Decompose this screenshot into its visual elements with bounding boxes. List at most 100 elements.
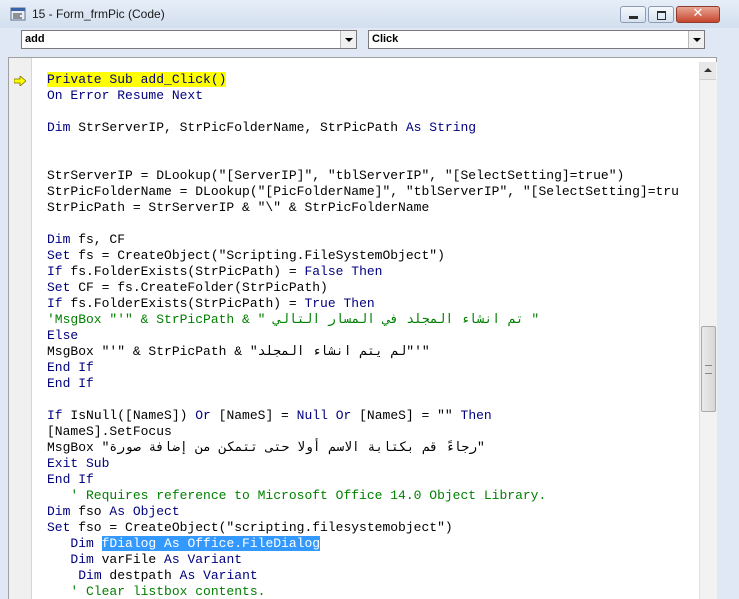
code-line[interactable] — [47, 104, 702, 120]
chevron-down-icon[interactable] — [340, 31, 356, 48]
code-line[interactable] — [47, 136, 702, 152]
code-line[interactable]: Set fs = CreateObject("Scripting.FileSys… — [47, 248, 702, 264]
code-token: Variant — [203, 568, 258, 583]
code-line[interactable]: StrServerIP = DLookup("[ServerIP]", "tbl… — [47, 168, 702, 184]
object-dropdown[interactable]: add — [21, 30, 357, 49]
code-line[interactable]: ' Requires reference to Microsoft Office… — [47, 488, 702, 504]
code-token: Dim — [78, 568, 102, 583]
code-line[interactable]: If fs.FolderExists(StrPicPath) = True Th… — [47, 296, 702, 312]
code-token: fDialog As Office.FileDialog — [101, 536, 321, 551]
code-line[interactable]: MsgBox "'" & StrPicPath & "لم يتم انشاء … — [47, 344, 702, 360]
code-token: Private Sub add_Click() — [47, 72, 227, 87]
code-token: StrPicPath = StrServerIP & "\" & StrPicF… — [47, 200, 430, 215]
title-bar[interactable]: 15 - Form_frmPic (Code) ✕ — [0, 0, 739, 28]
code-line[interactable]: If fs.FolderExists(StrPicPath) = False T… — [47, 264, 702, 280]
code-line[interactable]: 'MsgBox "'" & StrPicPath & " تم انشاء ال… — [47, 312, 702, 328]
code-line[interactable]: ' Clear listbox contents. — [47, 584, 702, 599]
code-token: fs = CreateObject("Scripting.FileSystemO… — [70, 248, 445, 263]
code-token: StrServerIP, StrPicFolderName, StrPicPat… — [70, 120, 406, 135]
scroll-thumb[interactable] — [701, 326, 716, 412]
code-line[interactable]: Dim fDialog As Office.FileDialog — [47, 536, 702, 552]
object-dropdown-value: add — [25, 33, 45, 45]
code-line[interactable] — [47, 216, 702, 232]
code-editor[interactable]: Private Sub add_Click() On Error Resume N… — [47, 72, 702, 599]
scroll-up-button[interactable] — [700, 62, 716, 80]
code-line[interactable]: Dim varFile As Variant — [47, 552, 702, 568]
code-token: Then — [351, 264, 383, 279]
margin-indicator-bar[interactable] — [9, 58, 32, 599]
code-token: 'MsgBox "'" & StrPicPath & " تم انشاء ال… — [47, 312, 540, 327]
code-token: True — [304, 296, 336, 311]
close-button[interactable]: ✕ — [676, 6, 720, 23]
code-line[interactable]: Set fso = CreateObject("scripting.filesy… — [47, 520, 702, 536]
maximize-button[interactable] — [648, 6, 674, 23]
code-token: fso = CreateObject("scripting.filesystem… — [70, 520, 453, 535]
code-line[interactable]: Dim destpath As Variant — [47, 568, 702, 584]
code-token: Dim — [70, 536, 94, 551]
code-token: fs, CF — [70, 232, 126, 247]
code-pane[interactable]: Private Sub add_Click() On Error Resume N… — [8, 57, 717, 599]
code-token: [NameS] = — [210, 408, 297, 423]
minimize-button[interactable] — [620, 6, 646, 23]
code-line[interactable]: Private Sub add_Click() — [47, 72, 702, 88]
close-icon: ✕ — [692, 6, 704, 21]
code-token: CF = fs.CreateFolder(StrPicPath) — [70, 280, 328, 295]
code-token: fso — [70, 504, 110, 519]
procedure-dropdown[interactable]: Click — [368, 30, 705, 49]
code-token: If — [47, 408, 63, 423]
code-token: fs.FolderExists(StrPicPath) = — [62, 296, 305, 311]
code-token: If — [47, 296, 63, 311]
code-token: String — [429, 120, 477, 135]
code-line[interactable]: Dim fs, CF — [47, 232, 702, 248]
code-token: MsgBox "'" & StrPicPath & "لم يتم انشاء … — [47, 344, 430, 359]
code-token: Then — [460, 408, 492, 423]
vba-code-icon — [10, 7, 26, 21]
code-token: MsgBox "رجاءً قم بكتابة الاسم أولا حتى ت… — [47, 440, 485, 455]
code-token: End If — [47, 360, 94, 375]
code-line[interactable]: Exit Sub — [47, 456, 702, 472]
code-token: Else — [47, 328, 79, 343]
code-token: Or — [195, 408, 211, 423]
code-token: As — [164, 552, 180, 567]
code-token: Dim — [47, 120, 71, 135]
code-token: ' Clear listbox contents. — [47, 584, 266, 599]
execution-arrow-icon — [14, 76, 26, 86]
code-line[interactable]: Set CF = fs.CreateFolder(StrPicPath) — [47, 280, 702, 296]
code-line[interactable]: Else — [47, 328, 702, 344]
code-token: fs.FolderExists(StrPicPath) = — [62, 264, 305, 279]
code-line[interactable]: [NameS].SetFocus — [47, 424, 702, 440]
code-line[interactable] — [47, 152, 702, 168]
code-token: [NameS].SetFocus — [47, 424, 172, 439]
code-token: Set — [47, 248, 71, 263]
code-line[interactable]: StrPicFolderName = DLookup("[PicFolderNa… — [47, 184, 702, 200]
code-token: Then — [343, 296, 375, 311]
code-line[interactable]: End If — [47, 376, 702, 392]
code-token: destpath — [101, 568, 180, 583]
code-line[interactable]: MsgBox "رجاءً قم بكتابة الاسم أولا حتى ت… — [47, 440, 702, 456]
window-frame-edge — [717, 57, 739, 599]
code-token: End If — [47, 376, 94, 391]
code-line[interactable]: On Error Resume Next — [47, 88, 702, 104]
code-line[interactable]: Dim StrServerIP, StrPicFolderName, StrPi… — [47, 120, 702, 136]
vertical-scrollbar[interactable] — [699, 62, 717, 599]
code-token: StrPicFolderName = DLookup("[PicFolderNa… — [47, 184, 679, 199]
code-token: As — [405, 120, 422, 135]
code-token: Object — [132, 504, 180, 519]
procedure-dropdown-value: Click — [372, 33, 399, 45]
code-line[interactable]: End If — [47, 360, 702, 376]
code-line[interactable] — [47, 392, 702, 408]
code-line[interactable]: StrPicPath = StrServerIP & "\" & StrPicF… — [47, 200, 702, 216]
window-title: 15 - Form_frmPic (Code) — [32, 7, 165, 21]
code-line[interactable]: If IsNull([NameS]) Or [NameS] = Null Or … — [47, 408, 702, 424]
code-window: 15 - Form_frmPic (Code) ✕ add Click Priv… — [0, 0, 739, 599]
code-token: Dim — [47, 504, 71, 519]
code-line[interactable]: Dim fso As Object — [47, 504, 702, 520]
code-line[interactable]: End If — [47, 472, 702, 488]
chevron-down-icon[interactable] — [688, 31, 704, 48]
